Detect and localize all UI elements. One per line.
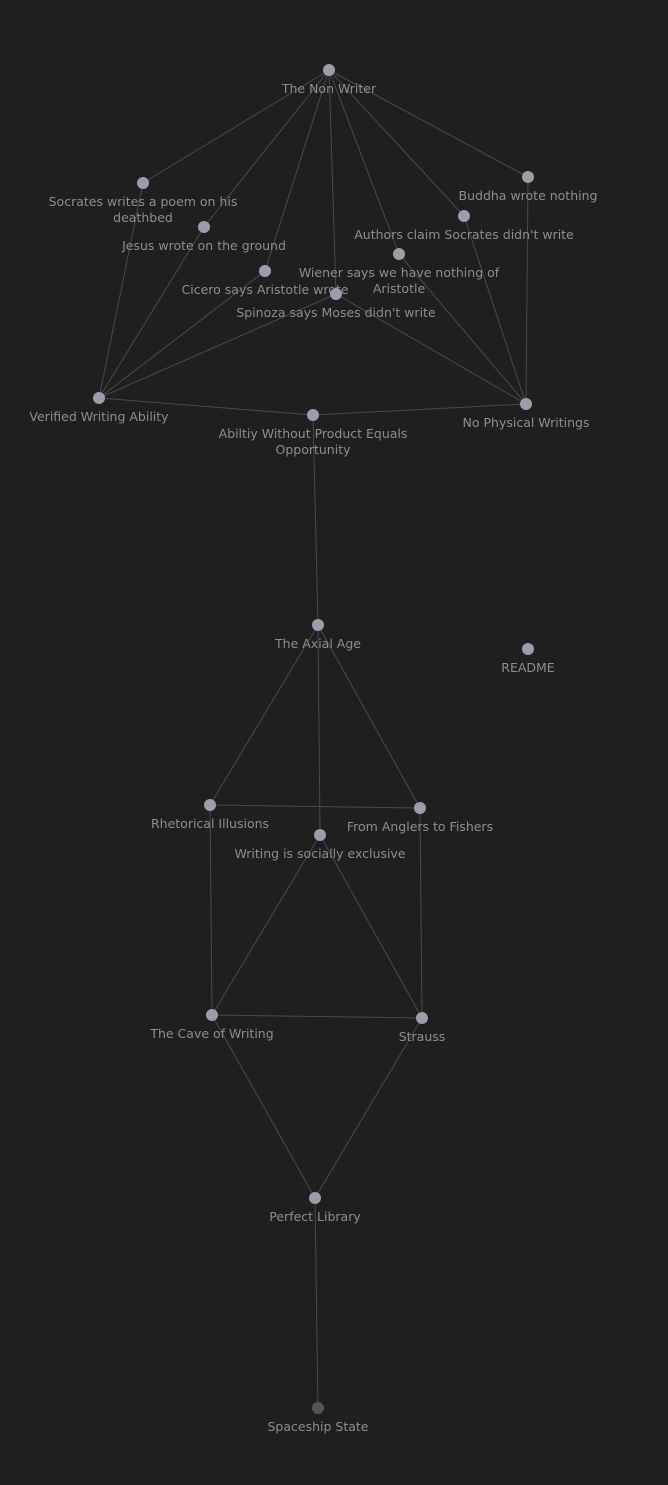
graph-node-strauss[interactable]: Strauss <box>399 1012 446 1044</box>
edge-verified-to-ability <box>98 397 314 416</box>
node-dot[interactable] <box>312 1402 324 1414</box>
node-label: Wiener says we have nothing of Aristotle <box>299 265 500 296</box>
edge-non-writer-to-jesus <box>203 69 330 228</box>
edge-rhetorical-to-cave <box>209 804 213 1016</box>
node-dot[interactable] <box>414 802 426 814</box>
edge-authors-socrates-to-no-physical <box>463 215 527 405</box>
graph-node-spinoza[interactable]: Spinoza says Moses didn't write <box>236 288 436 320</box>
edge-strauss-to-library <box>314 1017 423 1199</box>
graph-node-no-physical[interactable]: No Physical Writings <box>463 398 590 430</box>
node-dot[interactable] <box>522 171 534 183</box>
edge-exclusive-to-strauss <box>319 834 423 1019</box>
edge-buddha-to-no-physical <box>525 176 529 405</box>
node-dot[interactable] <box>522 643 534 655</box>
node-label-line: Aristotle <box>373 281 426 296</box>
graph-node-wiener[interactable]: Wiener says we have nothing of Aristotle <box>299 248 500 296</box>
node-label: Jesus wrote on the ground <box>121 238 286 253</box>
node-label: Verified Writing Ability <box>29 409 169 424</box>
node-label-line: Socrates writes a poem on his <box>49 194 238 209</box>
node-label: Writing is socially exclusive <box>234 846 405 861</box>
edge-rhetorical-to-anglers <box>209 804 421 809</box>
edge-cave-to-strauss <box>211 1014 423 1019</box>
edge-wiener-to-no-physical <box>398 253 527 405</box>
graph-node-exclusive[interactable]: Writing is socially exclusive <box>234 829 406 861</box>
edge-ability-to-axial <box>312 414 319 626</box>
graph-node-cicero[interactable]: Cicero says Aristotle wrote <box>182 265 349 297</box>
node-label-line: Wiener says we have nothing of <box>299 265 500 280</box>
node-label: Spinoza says Moses didn't write <box>236 305 436 320</box>
edge-non-writer-to-cicero <box>264 69 330 272</box>
node-label: No Physical Writings <box>463 415 590 430</box>
node-dot[interactable] <box>309 1192 321 1204</box>
node-dot[interactable] <box>93 392 105 404</box>
edge-non-writer-to-buddha <box>328 69 529 178</box>
graph-node-spaceship[interactable]: Spaceship State <box>268 1402 369 1434</box>
graph-view[interactable]: The Non WriterSocrates writes a poem on … <box>0 0 668 1485</box>
edge-exclusive-to-cave <box>211 834 321 1016</box>
node-label: The Cave of Writing <box>149 1026 273 1041</box>
edge-anglers-to-strauss <box>419 807 423 1019</box>
node-label-line: No Physical Writings <box>463 415 590 430</box>
node-dot[interactable] <box>307 409 319 421</box>
node-label-line: Spinoza says Moses didn't write <box>236 305 436 320</box>
edge-jesus-to-verified <box>98 226 205 399</box>
node-dot[interactable] <box>393 248 405 260</box>
node-dot[interactable] <box>259 265 271 277</box>
node-dot[interactable] <box>312 619 324 631</box>
node-label-line: Verified Writing Ability <box>29 409 169 424</box>
node-dot[interactable] <box>416 1012 428 1024</box>
node-label-line: Cicero says Aristotle wrote <box>182 282 349 297</box>
edge-non-writer-to-socrates-poem <box>142 69 330 184</box>
node-label-line: Jesus wrote on the ground <box>121 238 286 253</box>
graph-node-readme[interactable]: README <box>501 643 555 675</box>
node-dot[interactable] <box>137 177 149 189</box>
graph-node-cave[interactable]: The Cave of Writing <box>149 1009 274 1041</box>
edge-non-writer-to-authors-socrates <box>328 69 465 217</box>
graph-edges <box>98 69 529 1409</box>
node-label-line: README <box>501 660 555 675</box>
node-label-line: Spaceship State <box>268 1419 369 1434</box>
node-dot[interactable] <box>198 221 210 233</box>
node-label: Cicero says Aristotle wrote <box>182 282 349 297</box>
node-label: Spaceship State <box>268 1419 369 1434</box>
edge-axial-to-exclusive <box>317 624 321 836</box>
edge-socrates-poem-to-verified <box>98 182 144 399</box>
node-label-line: deathbed <box>113 210 173 225</box>
node-label-line: Authors claim Socrates didn't write <box>354 227 574 242</box>
node-label: Strauss <box>399 1029 446 1044</box>
node-dot[interactable] <box>314 829 326 841</box>
edge-no-physical-to-ability <box>312 403 527 416</box>
edge-cave-to-library <box>211 1014 316 1199</box>
edge-non-writer-to-spinoza <box>328 69 337 295</box>
graph-node-socrates-poem[interactable]: Socrates writes a poem on his deathbed <box>49 177 238 225</box>
node-dot[interactable] <box>520 398 532 410</box>
node-dot[interactable] <box>458 210 470 222</box>
node-dot[interactable] <box>323 64 335 76</box>
node-dot[interactable] <box>204 799 216 811</box>
edge-spinoza-to-no-physical <box>335 293 527 405</box>
node-dot[interactable] <box>330 288 342 300</box>
graph-node-verified[interactable]: Verified Writing Ability <box>29 392 169 424</box>
graph-node-authors-socrates[interactable]: Authors claim Socrates didn't write <box>354 210 574 242</box>
node-label: README <box>501 660 555 675</box>
node-label: Authors claim Socrates didn't write <box>354 227 574 242</box>
edge-axial-to-rhetorical <box>209 624 319 806</box>
edge-library-to-spaceship <box>314 1197 319 1409</box>
node-dot[interactable] <box>206 1009 218 1021</box>
node-label-line: The Cave of Writing <box>149 1026 273 1041</box>
edge-axial-to-anglers <box>317 624 421 809</box>
edge-spinoza-to-verified <box>98 293 337 399</box>
graph-node-jesus[interactable]: Jesus wrote on the ground <box>121 221 286 253</box>
graph-nodes: The Non WriterSocrates writes a poem on … <box>29 64 597 1434</box>
edge-cicero-to-verified <box>98 270 266 399</box>
edge-non-writer-to-wiener <box>328 69 400 255</box>
node-label-line: Strauss <box>399 1029 446 1044</box>
node-label-line: Writing is socially exclusive <box>234 846 405 861</box>
